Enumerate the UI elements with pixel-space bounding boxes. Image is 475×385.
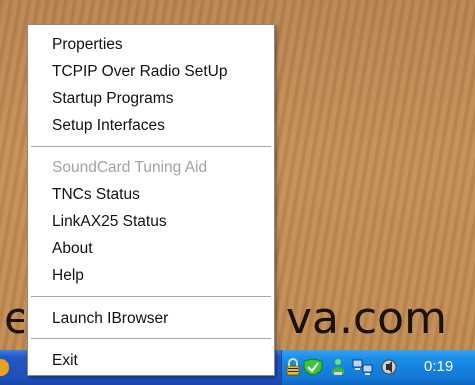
menu-item-linkax25-status[interactable]: LinkAX25 Status: [29, 210, 273, 234]
context-menu: Properties TCPIP Over Radio SetUp Startu…: [27, 24, 275, 376]
menu-separator: [31, 338, 271, 340]
volume-icon[interactable]: [380, 358, 398, 376]
menu-item-properties[interactable]: Properties: [29, 33, 273, 57]
menu-separator: [31, 296, 271, 298]
menu-separator: [31, 146, 271, 148]
menu-item-launch-ibrowser[interactable]: Launch IBrowser: [29, 307, 273, 331]
menu-item-help[interactable]: Help: [29, 264, 273, 288]
menu-item-soundcard-tuning: SoundCard Tuning Aid: [52, 159, 208, 176]
lock-icon[interactable]: [284, 358, 302, 376]
menu-item-exit[interactable]: Exit: [29, 349, 273, 373]
user-icon[interactable]: [329, 358, 347, 376]
menu-item-about[interactable]: About: [29, 237, 273, 261]
menu-item-tcpip-setup[interactable]: TCPIP Over Radio SetUp: [29, 60, 273, 84]
network-icon[interactable]: [352, 358, 373, 376]
wallpaper-text-right: va.com: [286, 293, 447, 344]
taskbar-clock[interactable]: 0:19: [424, 357, 453, 377]
wallpaper-text-left: e: [4, 293, 24, 344]
menu-item-startup-programs[interactable]: Startup Programs: [29, 87, 273, 111]
menu-item-tncs-status[interactable]: TNCs Status: [29, 183, 273, 207]
menu-item-setup-interfaces[interactable]: Setup Interfaces: [29, 114, 273, 138]
shield-icon[interactable]: [302, 358, 323, 376]
